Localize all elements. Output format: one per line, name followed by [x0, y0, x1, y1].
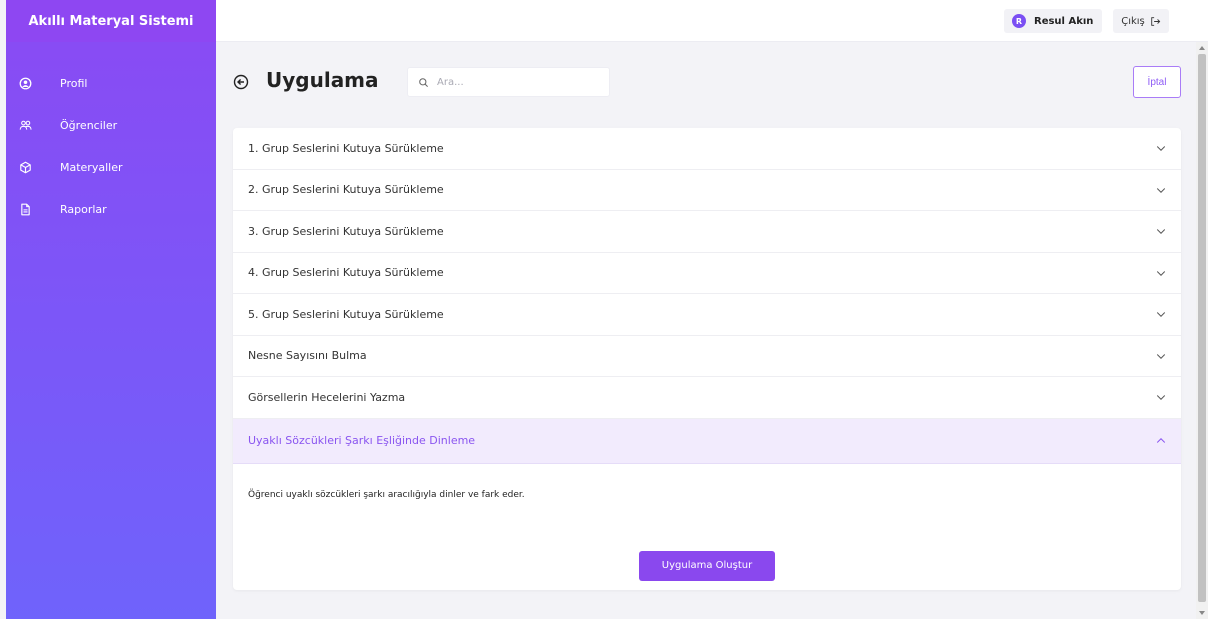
chevron-down-icon: [1156, 229, 1166, 235]
chevron-up-icon: [1156, 437, 1166, 443]
accordion-item-active[interactable]: Uyaklı Sözcükleri Şarkı Eşliğinde Dinlem…: [233, 418, 1181, 464]
scroll-up-icon[interactable]: [1199, 46, 1205, 50]
scroll-down-icon[interactable]: [1199, 611, 1205, 615]
accordion-item-label: 4. Grup Seslerini Kutuya Sürükleme: [248, 266, 444, 280]
chevron-down-icon: [1156, 187, 1166, 193]
scrollbar-thumb[interactable]: [1198, 54, 1206, 602]
accordion-item[interactable]: Görsellerin Hecelerini Yazma: [233, 377, 1181, 419]
search-icon: [419, 77, 428, 87]
back-arrow-icon[interactable]: [233, 74, 249, 90]
page-scrollbar[interactable]: [1196, 42, 1208, 619]
avatar: R: [1012, 14, 1026, 28]
user-name: Resul Akın: [1034, 15, 1094, 27]
sidebar-item-raporlar[interactable]: Raporlar: [6, 182, 216, 236]
chevron-down-icon: [1156, 270, 1166, 276]
sidebar-item-label: Profil: [60, 76, 88, 90]
accordion-item-label: Nesne Sayısını Bulma: [248, 349, 367, 363]
accordion-item-label: 1. Grup Seslerini Kutuya Sürükleme: [248, 141, 444, 155]
search-box: [407, 67, 610, 97]
user-menu-button[interactable]: R Resul Akın: [1004, 9, 1102, 33]
chevron-down-icon: [1156, 353, 1166, 359]
accordion-item[interactable]: 1. Grup Seslerini Kutuya Sürükleme: [233, 128, 1181, 170]
accordion-item-label: 3. Grup Seslerini Kutuya Sürükleme: [248, 224, 444, 238]
chevron-down-icon: [1156, 395, 1166, 401]
chevron-down-icon: [1156, 312, 1166, 318]
accordion-item-label: 2. Grup Seslerini Kutuya Sürükleme: [248, 183, 444, 197]
accordion-item[interactable]: 2. Grup Seslerini Kutuya Sürükleme: [233, 170, 1181, 211]
accordion-item[interactable]: 3. Grup Seslerini Kutuya Sürükleme: [233, 211, 1181, 253]
accordion-panel: Öğrenci uyaklı sözcükleri şarkı aracılığ…: [233, 464, 1181, 581]
brand-title: Akıllı Materyal Sistemi: [6, 0, 216, 42]
user-circle-icon: [18, 76, 32, 90]
logout-label: Çıkış: [1121, 15, 1145, 27]
topbar: R Resul Akın Çıkış: [216, 0, 1208, 42]
page-header: Uygulama İptal: [233, 64, 1181, 100]
chevron-down-icon: [1156, 146, 1166, 152]
accordion-item[interactable]: 5. Grup Seslerini Kutuya Sürükleme: [233, 294, 1181, 336]
sidebar-item-label: Raporlar: [60, 202, 107, 216]
sidebar-item-label: Öğrenciler: [60, 118, 118, 132]
logout-button[interactable]: Çıkış: [1113, 9, 1169, 33]
accordion-item-label: 5. Grup Seslerini Kutuya Sürükleme: [248, 307, 444, 321]
application-description: Öğrenci uyaklı sözcükleri şarkı aracılığ…: [248, 489, 525, 500]
search-input[interactable]: [437, 76, 597, 88]
sidebar-nav: Profil Öğrenciler Materyaller Raporlar: [6, 42, 216, 236]
accordion-item[interactable]: Nesne Sayısını Bulma: [233, 336, 1181, 377]
accordion-item-label: Görsellerin Hecelerini Yazma: [248, 390, 406, 404]
create-application-button[interactable]: Uygulama Oluştur: [639, 550, 775, 581]
users-icon: [18, 118, 32, 132]
logout-icon: [1151, 16, 1161, 26]
accordion-item[interactable]: 4. Grup Seslerini Kutuya Sürükleme: [233, 253, 1181, 294]
sidebar: Akıllı Materyal Sistemi Profil Öğrencile…: [6, 0, 216, 619]
sidebar-item-label: Materyaller: [60, 160, 123, 174]
cube-icon: [18, 160, 32, 174]
cancel-button[interactable]: İptal: [1133, 66, 1181, 98]
page-title: Uygulama: [266, 68, 379, 92]
accordion-item-label: Uyaklı Sözcükleri Şarkı Eşliğinde Dinlem…: [248, 434, 476, 447]
application-accordion: 1. Grup Seslerini Kutuya Sürükleme 2. Gr…: [233, 128, 1181, 590]
document-icon: [18, 202, 32, 216]
